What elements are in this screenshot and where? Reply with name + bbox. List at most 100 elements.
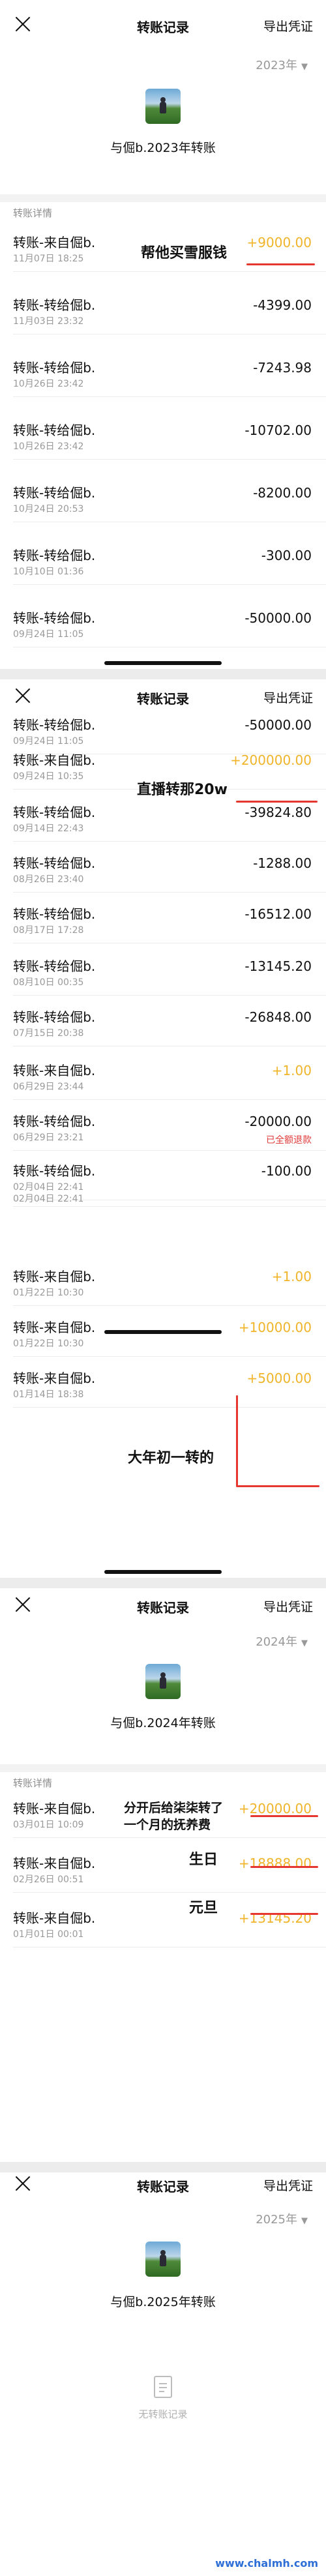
year-summary: 与倔b.2024年转账	[110, 1716, 216, 1730]
row-separator	[13, 995, 326, 996]
annotation-underline	[246, 263, 315, 265]
transaction-row[interactable]: 转账-转给倔b. 08月26日 23:40 -1288.00	[0, 846, 326, 893]
transaction-row[interactable]: 转账-转给倔b. 06月29日 23:21 -20000.00 已全额退款	[0, 1104, 326, 1151]
transaction-time: 10月26日 23:42	[13, 441, 84, 452]
annotation-new-years-day: 元旦	[189, 1900, 218, 1916]
export-button[interactable]: 导出凭证	[263, 2176, 313, 2194]
row-separator	[13, 1892, 326, 1893]
section-divider	[0, 1764, 326, 1772]
transaction-row[interactable]: 转账-转给倔b. 11月03日 23:32 -4399.00	[0, 288, 326, 334]
transaction-name: 转账-来自倔b.	[13, 1801, 96, 1816]
transaction-amount: +20000.00	[238, 1801, 312, 1816]
transaction-amount: -300.00	[261, 548, 312, 563]
transaction-name: 转账-转给倔b.	[13, 485, 96, 501]
annotation-breakup-line1: 分开后给柒柒转了	[124, 1801, 224, 1815]
avatar	[145, 2242, 181, 2277]
transaction-amount: -10702.00	[244, 422, 312, 438]
screenshot-divider	[0, 2162, 326, 2172]
transaction-row[interactable]: 转账-转给倔b. 10月10日 01:36 -300.00	[0, 539, 326, 585]
transaction-time: 09月24日 11:05	[13, 629, 84, 640]
screenshot-divider	[0, 1578, 326, 1588]
transaction-amount: +200000.00	[230, 752, 312, 768]
transaction-name: 转账-转给倔b.	[13, 422, 96, 438]
transaction-row[interactable]: 转账-转给倔b. 10月26日 23:42 -7243.98	[0, 351, 326, 397]
transaction-amount: -1288.00	[253, 855, 312, 871]
year-selector[interactable]: 2025年 ▼	[256, 2210, 308, 2227]
transaction-row[interactable]: 转账-转给倔b. 08月10日 00:35 -13145.20	[0, 949, 326, 996]
transaction-amount: -7243.98	[253, 360, 312, 376]
transaction-row[interactable]: 转账-转给倔b. 09月24日 11:05 -50000.00	[0, 601, 326, 647]
transaction-time: 01月22日 10:30	[13, 1339, 84, 1349]
transaction-time: 08月10日 00:35	[13, 977, 84, 988]
transaction-row[interactable]: 转账-转给倔b. 10月26日 23:42 -10702.00	[0, 413, 326, 460]
transaction-name: 转账-转给倔b.	[13, 610, 96, 626]
transaction-time: 10月10日 01:36	[13, 567, 84, 577]
transaction-name: 转账-转给倔b.	[13, 1114, 96, 1129]
transaction-amount: -8200.00	[253, 485, 312, 501]
row-separator	[13, 271, 326, 272]
annotation-underline	[236, 801, 318, 803]
transaction-time: 10月24日 20:53	[13, 504, 84, 514]
transaction-name: 转账-来自倔b.	[13, 235, 96, 250]
year-selector[interactable]: 2023年 ▼	[256, 56, 308, 73]
transaction-name: 转账-转给倔b.	[13, 906, 96, 922]
transaction-row[interactable]: 转账-来自倔b. 06月29日 23:44 +1.00	[0, 1054, 326, 1100]
transaction-row[interactable]: 转账-来自倔b. 02月26日 00:51 +18888.00	[0, 1846, 326, 1893]
avatar	[145, 89, 181, 124]
watermark: www.chalmh.com	[215, 2557, 318, 2569]
transaction-row[interactable]: 转账-转给倔b. 07月15日 20:38 -26848.00	[0, 1000, 326, 1046]
export-button[interactable]: 导出凭证	[263, 17, 313, 35]
transaction-amount: +1.00	[271, 1269, 312, 1284]
avatar	[145, 1664, 181, 1699]
transaction-row[interactable]: 转账-转给倔b. 10月24日 20:53 -8200.00	[0, 476, 326, 522]
annotation-underline	[250, 1913, 318, 1915]
refund-note: 已全额退款	[266, 1135, 312, 1146]
transaction-time: 01月22日 10:30	[13, 1288, 84, 1298]
transaction-amount: -13145.20	[244, 958, 312, 974]
transaction-name: 转账-转给倔b.	[13, 548, 96, 563]
home-indicator	[104, 1570, 222, 1574]
transaction-time: 10月26日 23:42	[13, 379, 84, 389]
annotation-breakup-line2: 一个月的抚养费	[124, 1818, 211, 1832]
transaction-name: 转账-来自倔b.	[13, 1910, 96, 1926]
annotation-bracket	[236, 1395, 238, 1487]
home-indicator	[104, 661, 222, 665]
transaction-name: 转账-转给倔b.	[13, 805, 96, 820]
transaction-row[interactable]: 转账-转给倔b. 08月17日 17:28 -16512.00	[0, 897, 326, 943]
transaction-amount: +5000.00	[246, 1370, 312, 1386]
empty-state-text: 无转账记录	[138, 2408, 188, 2420]
row-separator	[13, 1099, 326, 1100]
transaction-name: 转账-转给倔b.	[13, 717, 96, 733]
row-separator	[13, 1356, 326, 1357]
annotation-ski-clothes: 帮他买雪服钱	[141, 245, 228, 261]
transaction-name: 转账-转给倔b.	[13, 1163, 96, 1179]
transaction-row[interactable]: 02月04日 22:41	[0, 1191, 326, 1236]
transaction-name: 转账-转给倔b.	[13, 958, 96, 974]
transaction-row[interactable]: 转账-来自倔b. 01月01日 00:01 +13145.20	[0, 1901, 326, 1947]
row-separator	[13, 841, 326, 842]
annotation-underline	[250, 1815, 318, 1817]
year-selector[interactable]: 2024年 ▼	[256, 1633, 308, 1650]
annotation-underline	[250, 1866, 318, 1868]
screenshot-divider	[0, 669, 326, 679]
transaction-name: 转账-来自倔b.	[13, 1320, 96, 1335]
transaction-name: 转账-来自倔b.	[13, 1269, 96, 1284]
row-separator	[13, 892, 326, 893]
transaction-amount: +9000.00	[246, 235, 312, 250]
export-button[interactable]: 导出凭证	[263, 1597, 313, 1615]
transaction-row[interactable]: 转账-来自倔b. 01月22日 10:30 +1.00	[0, 1260, 326, 1306]
transaction-time: 02月26日 00:51	[13, 1874, 84, 1885]
transaction-time: 06月29日 23:21	[13, 1133, 84, 1143]
chevron-down-icon: ▼	[301, 1638, 308, 1648]
transaction-amount: +10000.00	[238, 1320, 312, 1335]
transaction-amount: +18888.00	[238, 1856, 312, 1871]
transaction-time: 06月29日 23:44	[13, 1082, 84, 1092]
transaction-row[interactable]: 转账-来自倔b. 01月14日 18:38 +5000.00	[0, 1361, 326, 1408]
year-selector-label: 2025年	[256, 2213, 297, 2227]
year-selector-label: 2023年	[256, 59, 297, 72]
transaction-time: 09月24日 10:35	[13, 771, 84, 782]
transaction-amount: -26848.00	[244, 1009, 312, 1025]
export-button[interactable]: 导出凭证	[263, 688, 313, 706]
year-summary: 与倔b.2023年转账	[110, 141, 216, 155]
transaction-time: 01月01日 00:01	[13, 1929, 84, 1940]
